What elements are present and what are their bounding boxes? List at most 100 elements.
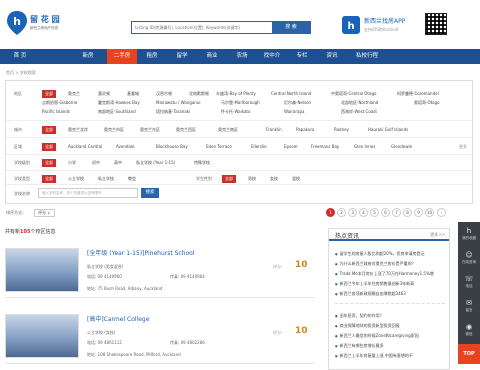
filter-option[interactable]: Avondale: [116, 144, 134, 149]
page-button[interactable]: 6: [381, 208, 390, 217]
filter-option[interactable]: 私立学校 (Year 1-15): [136, 160, 175, 166]
filter-option[interactable]: 中奥塔哥-Central Otago: [331, 91, 376, 97]
filter-option[interactable]: 奥克兰北岸: [68, 127, 88, 133]
filter-option[interactable]: 初中: [92, 160, 100, 166]
phone-button[interactable]: ☏ 电话: [458, 272, 480, 292]
filter-option[interactable]: 奥塔哥-Otago: [414, 100, 440, 106]
filter-option[interactable]: 霍克斯湾-Hawkes Bay: [98, 100, 140, 106]
news-item[interactable]: 新西兰上半年房屋量上涨 中国有意想的不: [335, 353, 445, 359]
nav-item-agents[interactable]: 找中介: [257, 49, 287, 64]
filter-option[interactable]: Rodney: [334, 127, 349, 132]
news-item[interactable]: 商业保障地块的投资新型投资回报: [335, 323, 445, 329]
filter-option[interactable]: 南部地区-Southland: [98, 109, 136, 115]
wechat-button[interactable]: ◉ 微信: [458, 320, 480, 340]
filter-option[interactable]: Glendowie: [391, 144, 412, 149]
news-item[interactable]: 为什么新西兰政府对奥克兰房价是严重的？: [335, 261, 445, 267]
news-item[interactable]: 新西兰今年上半年住房销售量创新3年新高: [335, 281, 445, 287]
filter-option-selected[interactable]: 全部: [42, 175, 56, 183]
school-image[interactable]: [5, 248, 79, 292]
filter-option[interactable]: 小学: [68, 160, 76, 166]
page-button[interactable]: 4: [359, 208, 368, 217]
filter-option[interactable]: Pacific Islands: [42, 109, 70, 114]
favorites-button[interactable]: h 我的收藏: [458, 224, 480, 244]
filter-option[interactable]: 丰盛湾-Bay of Plenty: [216, 91, 256, 97]
news-item[interactable]: Trade Me本月房价上涨了70万在Harmoney1.5%增: [335, 271, 445, 277]
filter-option[interactable]: 男校: [248, 176, 256, 182]
filter-option[interactable]: 北帕默斯顿: [189, 91, 209, 97]
filter-option[interactable]: Epsom: [284, 144, 298, 149]
filter-option-selected[interactable]: 全部: [42, 90, 56, 98]
filter-option[interactable]: Blockhouse Bay: [156, 144, 188, 149]
nav-item-news[interactable]: 资讯: [317, 49, 347, 64]
filter-option[interactable]: 塔拉纳基-Taranaki: [156, 109, 190, 115]
search-button[interactable]: 搜 索: [272, 22, 310, 33]
page-button[interactable]: 7: [392, 208, 401, 217]
filter-option[interactable]: Franklin: [266, 127, 282, 132]
news-item[interactable]: 新西兰各项新政规模自由增税超3463: [335, 291, 445, 297]
filter-option[interactable]: Wairarapa: [284, 109, 304, 114]
filter-option[interactable]: 尼尔森-Nelson: [284, 100, 311, 106]
nav-item-new-homes[interactable]: 新房: [73, 49, 103, 64]
filter-option[interactable]: 私立学校: [98, 176, 114, 182]
filter-option[interactable]: 特殊学校: [194, 160, 210, 166]
school-card[interactable]: [高中]Carmel College 公立学校 (女校) 电话: 09 4861…: [5, 306, 315, 364]
filter-option[interactable]: 高中: [114, 160, 122, 166]
filter-option-selected[interactable]: 全部: [42, 143, 56, 151]
nav-item-columns[interactable]: 专栏: [287, 49, 317, 64]
app-icon[interactable]: h: [342, 16, 360, 34]
filter-option[interactable]: 公立学校: [68, 176, 84, 182]
filter-option[interactable]: 汉密尔顿: [156, 91, 172, 97]
filter-option-selected[interactable]: 全部: [42, 159, 56, 167]
filter-option[interactable]: Freemans Bay: [311, 144, 339, 149]
nav-item-rent[interactable]: 租房: [137, 49, 167, 64]
news-item[interactable]: 新西兰人最信的时候Zone和caregiving家园: [335, 333, 445, 339]
nav-item-farm[interactable]: 农场: [227, 49, 257, 64]
search-input[interactable]: [132, 22, 272, 33]
hot-news-more-link[interactable]: 更多>>: [430, 232, 445, 238]
page-button[interactable]: 9: [414, 208, 423, 217]
filter-option[interactable]: 混校: [292, 176, 300, 182]
school-card[interactable]: [全年级 (Year 1-15)]Pinehurst School 私立学校 (…: [5, 240, 315, 298]
filter-option[interactable]: 吉斯伯恩-Gisborne: [42, 100, 77, 106]
nav-item-private-school-trip[interactable]: 私校行程: [347, 49, 387, 64]
page-button[interactable]: 2: [337, 208, 346, 217]
filter-option[interactable]: 马尔堡-Marlborough: [221, 100, 260, 106]
filter-option[interactable]: 科罗曼德-Coromandel: [397, 91, 439, 97]
back-to-top-button[interactable]: TOP: [458, 344, 480, 364]
nav-item-home[interactable]: 首 页: [0, 49, 40, 64]
page-button[interactable]: 10: [425, 208, 434, 217]
filter-option[interactable]: Eden Terrace: [206, 144, 232, 149]
filter-more-link[interactable]: 更多: [459, 144, 467, 150]
filter-option[interactable]: Glen Innes: [354, 144, 375, 149]
filter-option[interactable]: 西海岸-West Coast: [341, 109, 377, 115]
filter-option[interactable]: 惠灵顿: [98, 91, 110, 97]
filter-option[interactable]: 奥克兰东区: [140, 127, 160, 133]
app-promo[interactable]: 新西兰找房APP 支持iOS和Android: [364, 16, 424, 33]
page-button-current[interactable]: 1: [326, 208, 335, 217]
filter-option[interactable]: 怀卡托-Waikato: [221, 109, 250, 115]
filter-option[interactable]: Central North Island: [271, 91, 311, 96]
school-title[interactable]: [全年级 (Year 1-15)]Pinehurst School: [87, 248, 195, 257]
news-item[interactable]: 旧年投资，契约的作用？: [335, 313, 445, 319]
filter-option[interactable]: Hauraki Gulf Islands: [368, 127, 408, 132]
filter-option[interactable]: 女校: [270, 176, 278, 182]
filter-option[interactable]: 北部地区-Northland: [341, 100, 378, 106]
news-item[interactable]: 新西兰有哪些房增长最多: [335, 343, 445, 349]
filter-option-selected[interactable]: 全部: [42, 126, 56, 134]
filter-option-selected[interactable]: 全部: [222, 175, 236, 183]
filter-option[interactable]: Auckland Central: [68, 144, 102, 149]
filter-option[interactable]: 奥克兰市区: [104, 127, 124, 133]
filter-option[interactable]: Manawatu / Wanganui: [156, 100, 200, 105]
filter-option[interactable]: Papakura: [296, 127, 315, 132]
online-chat-button[interactable]: ☺ 在线咨询: [458, 248, 480, 268]
sort-option-score[interactable]: 评分 ↓: [34, 209, 55, 217]
nav-item-resale[interactable]: 二手房: [107, 49, 137, 64]
filter-option[interactable]: 奥克兰西区: [176, 127, 196, 133]
nav-item-business[interactable]: 商业: [197, 49, 227, 64]
page-button[interactable]: 8: [403, 208, 412, 217]
page-button[interactable]: 3: [348, 208, 357, 217]
filter-option[interactable]: 基督城: [127, 91, 139, 97]
filter-option[interactable]: 奥克兰: [68, 91, 80, 97]
school-title[interactable]: [高中]Carmel College: [87, 314, 149, 323]
filter-option[interactable]: Ellerslie: [251, 144, 267, 149]
